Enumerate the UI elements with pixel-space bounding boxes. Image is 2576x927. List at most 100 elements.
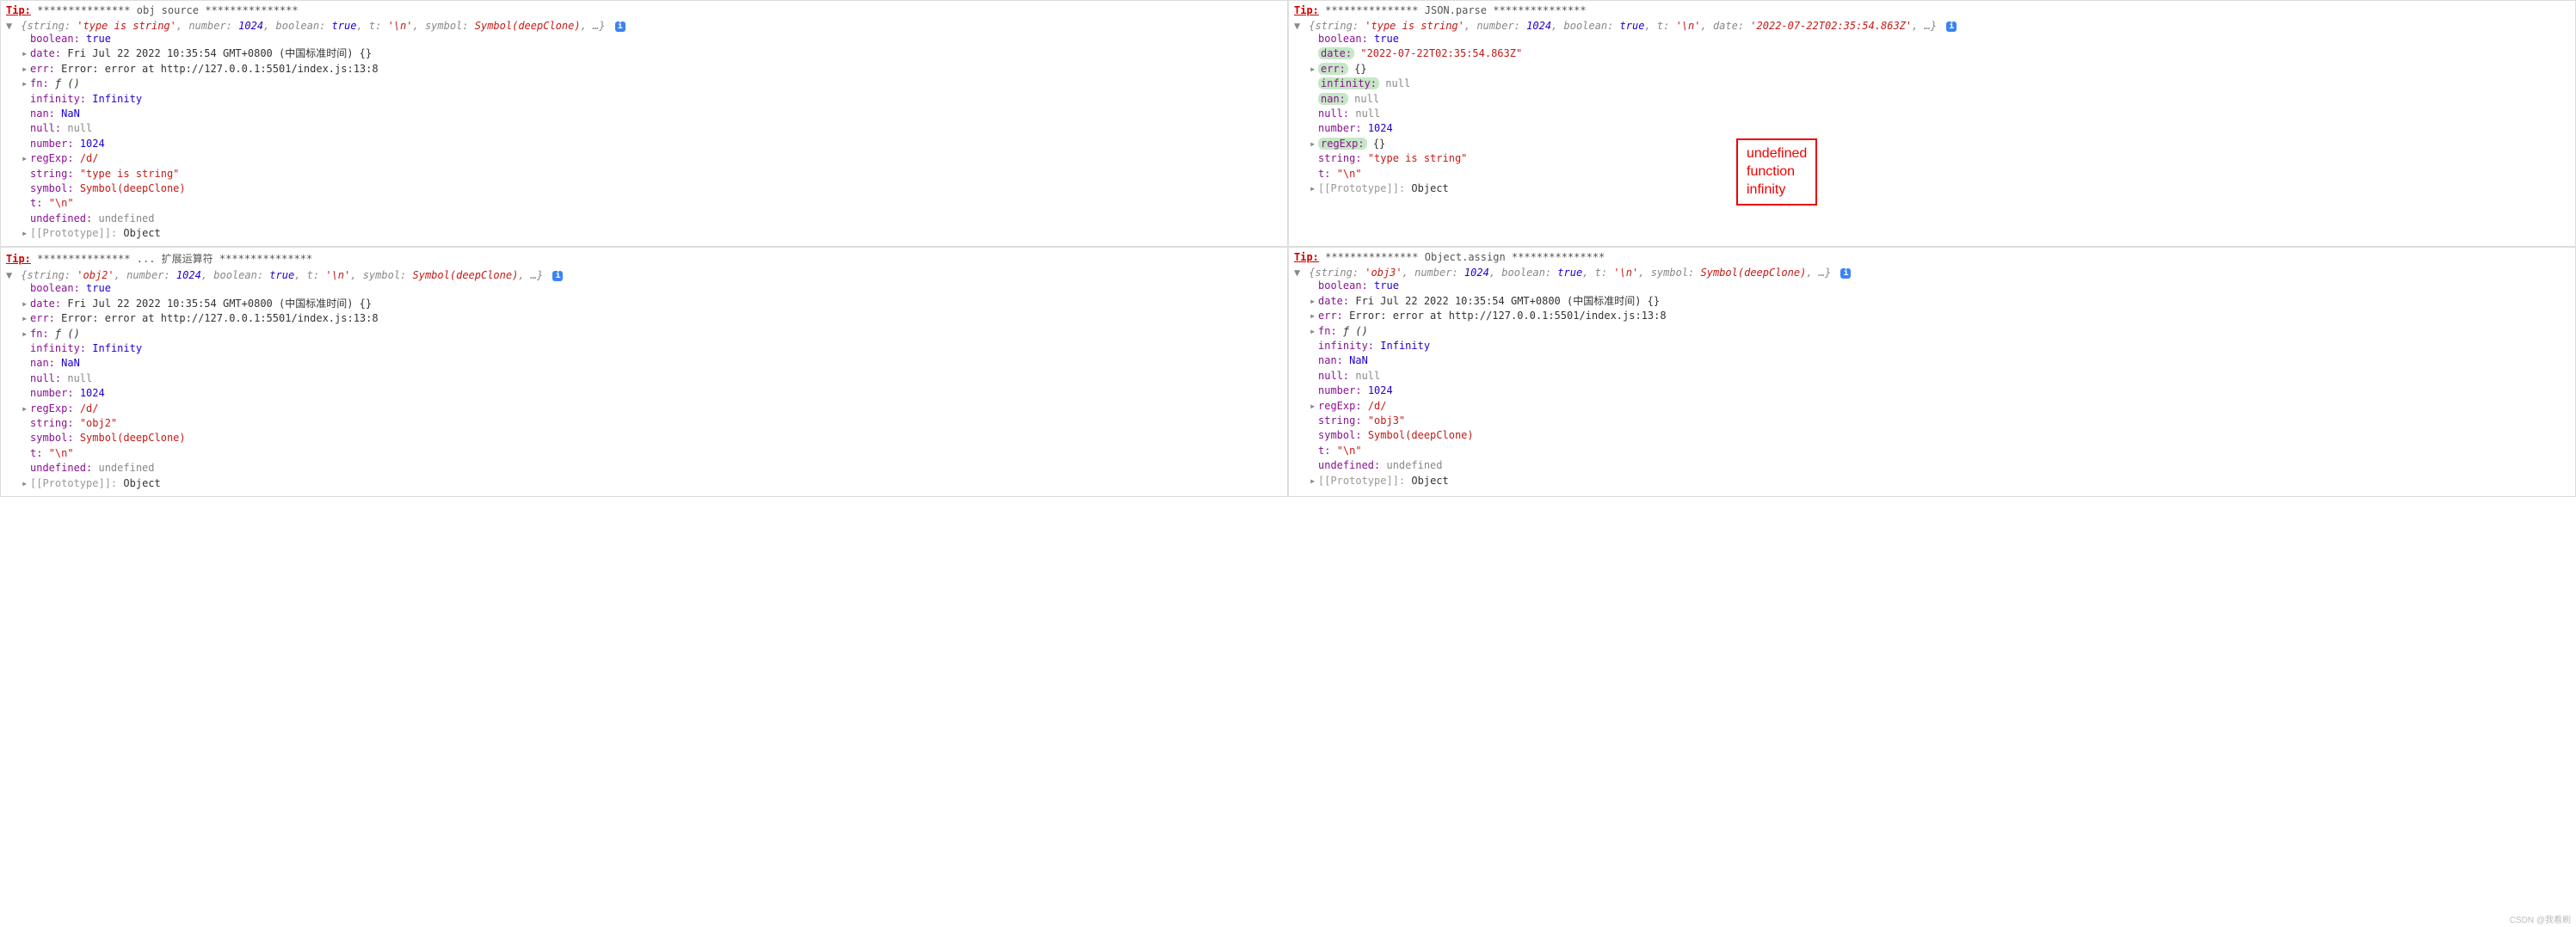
caret-right-icon[interactable]: ▸: [22, 327, 30, 341]
caret-right-icon[interactable]: ▸: [1310, 309, 1318, 323]
caret-right-icon[interactable]: ▸: [1310, 474, 1318, 488]
caret-right-icon[interactable]: ▸: [22, 402, 30, 416]
prop-nan: nan: null: [1310, 92, 2570, 107]
prop-value: {}: [1354, 63, 1366, 75]
prop-value: "obj2": [80, 417, 117, 429]
caret-right-icon[interactable]: ▸: [22, 46, 30, 61]
prop-key: err:: [30, 63, 55, 75]
prop-value: "\n": [1337, 445, 1362, 457]
object-props: boolean: truedate: "2022-07-22T02:35:54.…: [1294, 32, 2570, 196]
object-props: boolean: true▸date: Fri Jul 22 2022 10:3…: [6, 32, 1282, 241]
info-icon[interactable]: i: [1946, 21, 1957, 32]
prop-key: undefined:: [30, 212, 92, 224]
prop-value: NaN: [1349, 354, 1368, 366]
object-summary[interactable]: ▼ {string: 'type is string', number: 102…: [1294, 20, 2570, 32]
prop-regExp[interactable]: ▸regExp: /d/: [22, 151, 1282, 166]
prop-value: null: [1355, 107, 1380, 120]
caret-right-icon[interactable]: ▸: [22, 226, 30, 241]
caret-right-icon[interactable]: ▸: [22, 476, 30, 491]
prop-proto[interactable]: ▸[[Prototype]]: Object: [1310, 181, 2570, 196]
prop-proto[interactable]: ▸[[Prototype]]: Object: [22, 226, 1282, 241]
prop-fn[interactable]: ▸fn: ƒ (): [22, 327, 1282, 341]
prop-value: "2022-07-22T02:35:54.863Z": [1360, 47, 1522, 59]
prop-null: null: null: [22, 371, 1282, 386]
prop-key: fn:: [30, 77, 49, 89]
prop-date[interactable]: ▸date: Fri Jul 22 2022 10:35:54 GMT+0800…: [1310, 294, 2570, 309]
info-icon[interactable]: i: [615, 21, 626, 32]
caret-down-icon[interactable]: ▼: [6, 269, 15, 281]
prop-value: Symbol(deepClone): [1368, 429, 1474, 441]
panel-obj-source: Tip: *************** obj source ********…: [0, 0, 1288, 247]
prop-t: t: "\n": [22, 446, 1282, 461]
tip-line: Tip: *************** JSON.parse ********…: [1294, 4, 2570, 16]
tip-stars-right: ***************: [205, 4, 298, 16]
prop-null: null: null: [22, 121, 1282, 136]
prop-key: number:: [1318, 384, 1362, 396]
prop-value: 1024: [80, 138, 105, 150]
prop-key: boolean:: [1318, 33, 1368, 45]
prop-infinity: infinity: null: [1310, 77, 2570, 91]
prop-key: symbol:: [30, 182, 74, 194]
caret-down-icon[interactable]: ▼: [1294, 20, 1303, 32]
prop-regExp[interactable]: ▸regExp: /d/: [22, 402, 1282, 416]
object-summary[interactable]: ▼ {string: 'obj2', number: 1024, boolean…: [6, 269, 1282, 281]
prop-regExp[interactable]: ▸regExp: {}: [1310, 137, 2570, 151]
prop-err[interactable]: ▸err: Error: error at http://127.0.0.1:5…: [1310, 309, 2570, 323]
tip-label: Tip:: [1294, 4, 1319, 16]
prop-date[interactable]: ▸date: Fri Jul 22 2022 10:35:54 GMT+0800…: [22, 46, 1282, 61]
caret-right-icon[interactable]: ▸: [1310, 324, 1318, 339]
caret-down-icon[interactable]: ▼: [6, 20, 15, 32]
prop-key: fn:: [1318, 325, 1337, 337]
caret-right-icon[interactable]: ▸: [22, 62, 30, 77]
prop-key: err:: [1318, 310, 1343, 322]
prop-value: Object: [123, 227, 160, 239]
prop-string: string: "obj2": [22, 416, 1282, 431]
object-summary[interactable]: ▼ {string: 'obj3', number: 1024, boolean…: [1294, 267, 2570, 279]
caret-right-icon[interactable]: ▸: [1310, 399, 1318, 414]
prop-t: t: "\n": [1310, 167, 2570, 181]
prop-key: null:: [1318, 370, 1349, 382]
prop-err[interactable]: ▸err: Error: error at http://127.0.0.1:5…: [22, 311, 1282, 326]
prop-key: date:: [30, 298, 61, 310]
object-summary[interactable]: ▼ {string: 'type is string', number: 102…: [6, 20, 1282, 32]
prop-regExp[interactable]: ▸regExp: /d/: [1310, 399, 2570, 414]
prop-proto[interactable]: ▸[[Prototype]]: Object: [22, 476, 1282, 491]
tip-text: Object.assign: [1425, 251, 1506, 263]
prop-key: regExp:: [1318, 400, 1362, 412]
prop-fn[interactable]: ▸fn: ƒ (): [1310, 324, 2570, 339]
prop-err[interactable]: ▸err: Error: error at http://127.0.0.1:5…: [22, 62, 1282, 77]
caret-right-icon[interactable]: ▸: [1310, 62, 1318, 77]
caret-right-icon[interactable]: ▸: [1310, 181, 1318, 196]
prop-key: infinity:: [1318, 340, 1374, 352]
prop-key: nan:: [30, 357, 55, 369]
prop-value: "\n": [49, 197, 74, 209]
prop-t: t: "\n": [22, 196, 1282, 211]
prop-date[interactable]: ▸date: Fri Jul 22 2022 10:35:54 GMT+0800…: [22, 297, 1282, 311]
caret-down-icon[interactable]: ▼: [1294, 267, 1303, 279]
caret-right-icon[interactable]: ▸: [1310, 137, 1318, 151]
info-icon[interactable]: i: [1840, 268, 1851, 279]
tip-label: Tip:: [6, 4, 31, 16]
caret-right-icon[interactable]: ▸: [22, 151, 30, 166]
prop-key: string:: [1318, 152, 1362, 164]
prop-string: string: "obj3": [1310, 414, 2570, 428]
info-icon[interactable]: i: [552, 271, 563, 281]
prop-value: /d/: [80, 152, 99, 164]
prop-value: 1024: [80, 387, 105, 399]
prop-key: boolean:: [30, 282, 80, 294]
summary-text: {string: 'obj2', number: 1024, boolean: …: [21, 269, 543, 281]
prop-err[interactable]: ▸err: {}: [1310, 62, 2570, 77]
tip-stars-left: ***************: [37, 4, 130, 16]
caret-right-icon[interactable]: ▸: [22, 297, 30, 311]
prop-fn[interactable]: ▸fn: ƒ (): [22, 77, 1282, 91]
panel-object-assign: Tip: *************** Object.assign *****…: [1288, 247, 2576, 496]
prop-proto[interactable]: ▸[[Prototype]]: Object: [1310, 474, 2570, 488]
prop-key: string:: [1318, 414, 1362, 427]
caret-right-icon[interactable]: ▸: [22, 311, 30, 326]
prop-undefined: undefined: undefined: [22, 461, 1282, 476]
prop-value: Object: [1411, 475, 1448, 487]
prop-key: number:: [30, 138, 74, 150]
caret-right-icon[interactable]: ▸: [22, 77, 30, 91]
caret-right-icon[interactable]: ▸: [1310, 294, 1318, 309]
prop-value: /d/: [80, 402, 99, 414]
